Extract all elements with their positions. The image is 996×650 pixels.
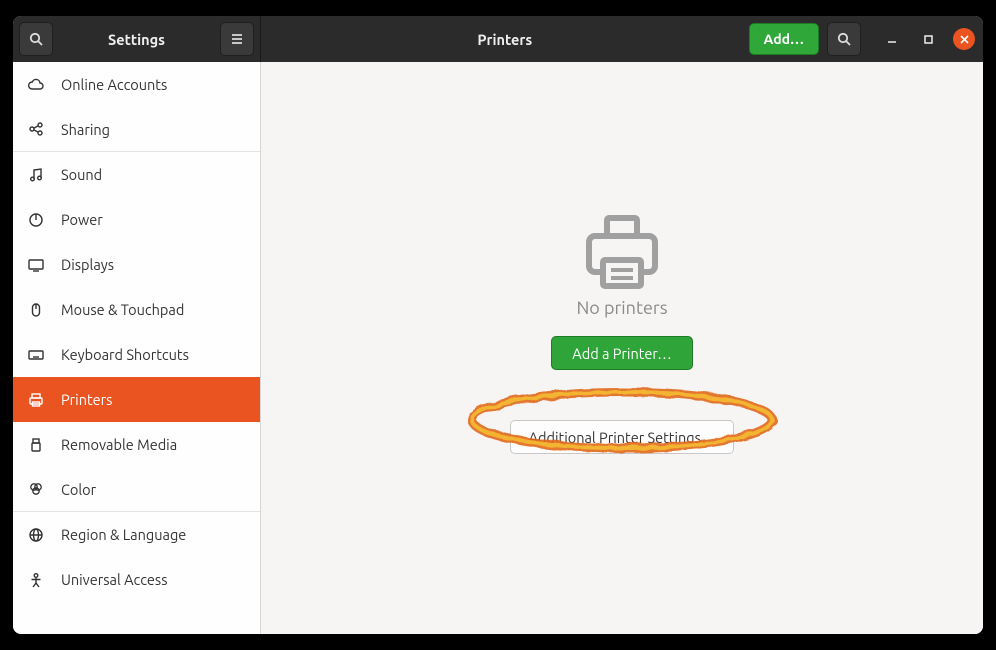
main-panel: No printers Add a Printer… Additional Pr… <box>261 62 983 634</box>
sidebar-item-removable-media[interactable]: Removable Media <box>13 422 260 467</box>
content-area: Online Accounts Sharing Sound Power Displays… <box>13 62 983 634</box>
sidebar-item-keyboard[interactable]: Keyboard Shortcuts <box>13 332 260 377</box>
sidebar-item-label: Removable Media <box>61 436 177 453</box>
sidebar-item-label: Sound <box>61 166 102 183</box>
usb-icon <box>27 436 45 454</box>
no-printers-label: No printers <box>576 298 667 318</box>
additional-settings-label: Additional Printer Settings… <box>529 429 716 446</box>
sidebar-item-universal-access[interactable]: Universal Access <box>13 557 260 602</box>
sidebar-item-label: Online Accounts <box>61 76 167 93</box>
maximize-button[interactable] <box>917 28 939 50</box>
maximize-icon <box>923 34 934 45</box>
display-icon <box>27 256 45 274</box>
add-printer-button[interactable]: Add a Printer… <box>551 336 692 370</box>
sidebar-item-sound[interactable]: Sound <box>13 152 260 197</box>
hamburger-menu-button[interactable] <box>220 22 254 56</box>
printer-large-icon <box>581 212 663 292</box>
music-icon <box>27 166 45 184</box>
sidebar-item-power[interactable]: Power <box>13 197 260 242</box>
sidebar-search-button[interactable] <box>19 22 53 56</box>
sidebar-item-label: Universal Access <box>61 571 168 588</box>
settings-title: Settings <box>59 31 214 48</box>
printer-icon <box>27 391 45 409</box>
settings-window: Settings Printers Add… <box>13 16 983 634</box>
close-icon <box>959 34 970 45</box>
mouse-icon <box>27 301 45 319</box>
sidebar-item-label: Keyboard Shortcuts <box>61 346 189 363</box>
headerbar-left: Settings <box>13 16 261 62</box>
sidebar-item-color[interactable]: Color <box>13 467 260 512</box>
headerbar-search-button[interactable] <box>827 22 861 56</box>
search-icon <box>836 31 852 47</box>
color-icon <box>27 480 45 498</box>
cloud-icon <box>27 76 45 94</box>
sidebar-item-displays[interactable]: Displays <box>13 242 260 287</box>
sidebar-item-label: Power <box>61 211 103 228</box>
headerbar: Settings Printers Add… <box>13 16 983 62</box>
additional-printer-settings-button[interactable]: Additional Printer Settings… <box>510 420 735 454</box>
minimize-icon <box>886 33 898 45</box>
sidebar-item-label: Region & Language <box>61 526 186 543</box>
close-button[interactable] <box>953 28 975 50</box>
headerbar-add-label: Add… <box>764 31 804 47</box>
sidebar-item-mouse-touchpad[interactable]: Mouse & Touchpad <box>13 287 260 332</box>
sidebar-item-label: Printers <box>61 391 112 408</box>
page-title: Printers <box>477 31 532 48</box>
sidebar: Online Accounts Sharing Sound Power Displays… <box>13 62 261 634</box>
sidebar-item-online-accounts[interactable]: Online Accounts <box>13 62 260 107</box>
keyboard-icon <box>27 346 45 364</box>
minimize-button[interactable] <box>881 28 903 50</box>
sidebar-item-label: Sharing <box>61 121 110 138</box>
headerbar-right: Printers Add… <box>261 16 983 62</box>
person-icon <box>27 571 45 589</box>
add-printer-label: Add a Printer… <box>572 345 671 362</box>
globe-icon <box>27 526 45 544</box>
sidebar-item-label: Mouse & Touchpad <box>61 301 184 318</box>
menu-icon <box>229 31 245 47</box>
sidebar-item-printers[interactable]: Printers <box>13 377 260 422</box>
window-controls <box>881 28 975 50</box>
sidebar-item-label: Displays <box>61 256 114 273</box>
share-icon <box>27 120 45 138</box>
power-icon <box>27 211 45 229</box>
sidebar-item-label: Color <box>61 481 96 498</box>
sidebar-item-sharing[interactable]: Sharing <box>13 107 260 152</box>
headerbar-add-button[interactable]: Add… <box>749 23 819 55</box>
search-icon <box>28 31 44 47</box>
sidebar-item-region-language[interactable]: Region & Language <box>13 512 260 557</box>
